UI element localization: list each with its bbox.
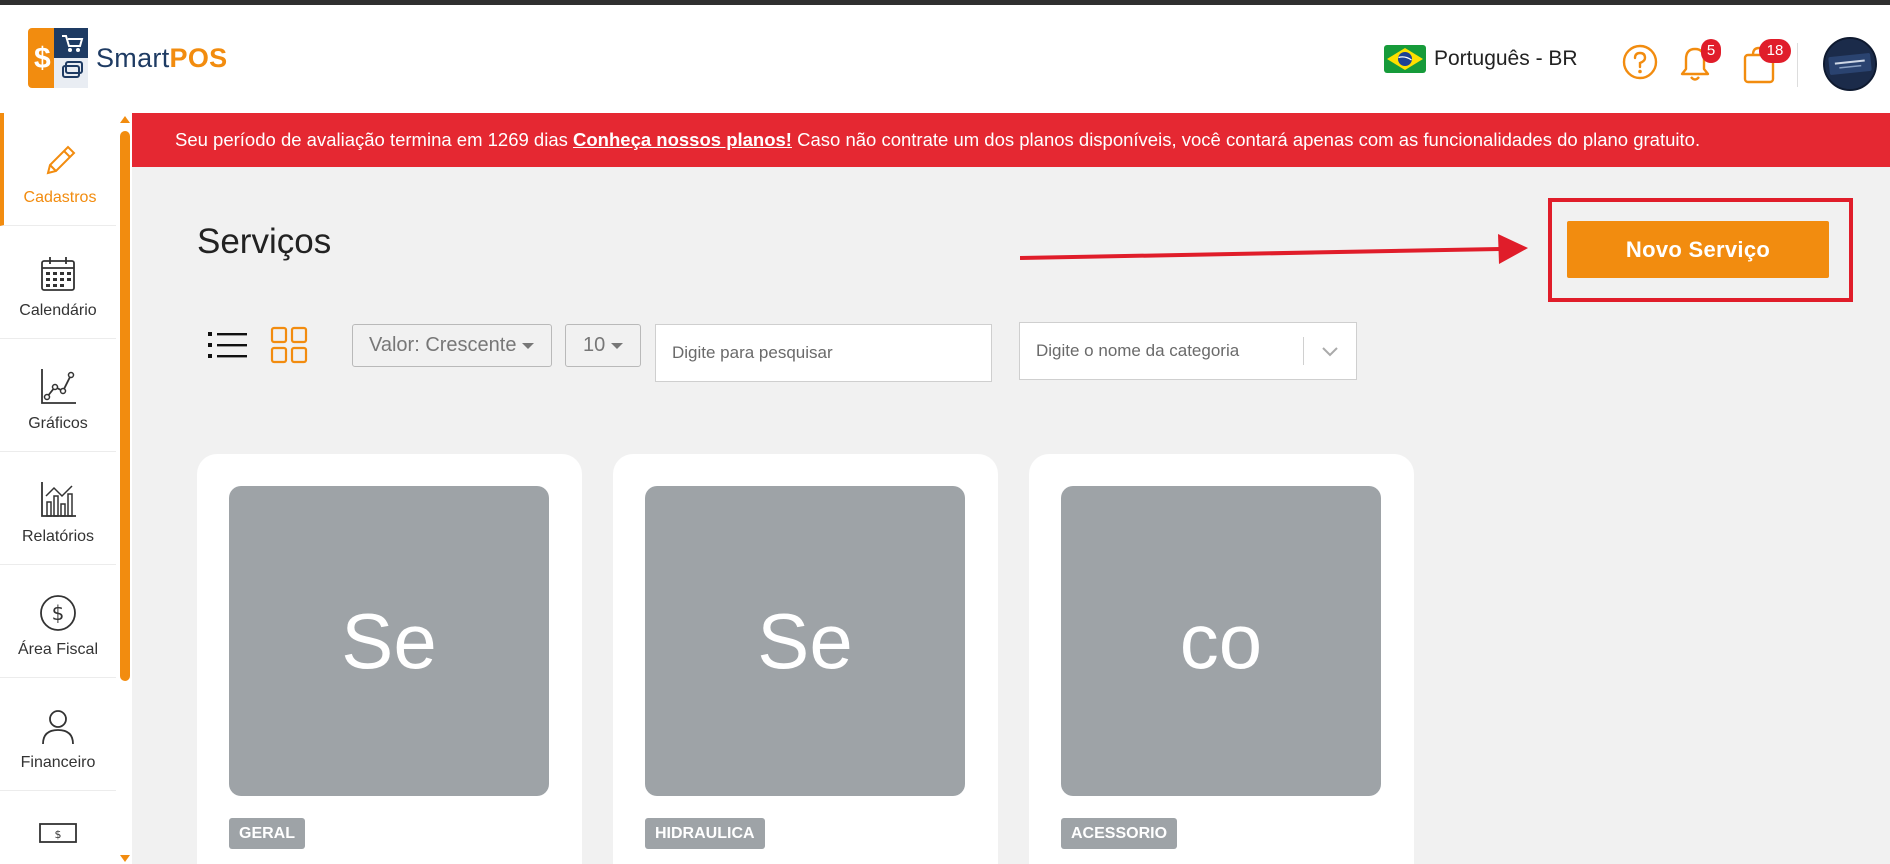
annotation-arrow — [1020, 234, 1528, 264]
sidebar-item-area-fiscal[interactable]: $ Área Fiscal — [0, 565, 116, 678]
banner-text-start: Seu período de avaliação termina em 1269… — [175, 129, 574, 150]
page-size-value: 10 — [583, 334, 606, 356]
service-card[interactable]: co ACESSORIO — [1029, 454, 1414, 864]
logo-mark-icon: $ — [28, 28, 88, 88]
chevron-down-icon[interactable] — [1304, 345, 1356, 357]
line-chart-icon — [41, 369, 76, 404]
user-avatar[interactable] — [1823, 37, 1877, 91]
service-card[interactable]: Se GERAL — [197, 454, 582, 864]
category-select[interactable]: Digite o nome da categoria — [1019, 322, 1357, 380]
bar-chart-icon — [41, 482, 76, 517]
sidebar-item-label: Cadastros — [23, 189, 97, 206]
person-icon — [42, 710, 74, 745]
grid-view-icon[interactable] — [270, 326, 308, 364]
sidebar-item-money[interactable]: $ — [0, 791, 116, 864]
sidebar-item-financeiro[interactable]: Financeiro — [0, 678, 116, 791]
new-service-button[interactable]: Novo Serviço — [1567, 221, 1829, 278]
sidebar: Cadastros Calendário Gráficos Relatórios… — [0, 113, 132, 864]
page-title: Serviços — [197, 222, 332, 261]
sidebar-item-label: Financeiro — [20, 754, 96, 771]
dollar-circle-icon: $ — [40, 595, 76, 631]
sidebar-item-calendario[interactable]: Calendário — [0, 226, 116, 339]
caret-down-icon — [522, 342, 535, 349]
sort-select[interactable]: Valor: Crescente — [352, 324, 552, 367]
sidebar-item-label: Área Fiscal — [17, 641, 99, 658]
top-header: $ SmartPOS Português - BR 5 18 — [0, 5, 1890, 113]
category-tag: ACESSORIO — [1061, 818, 1178, 849]
plans-link[interactable]: Conheça nossos planos! — [573, 129, 792, 151]
sidebar-item-label: Gráficos — [28, 415, 88, 432]
banner-text-end: Caso não contrate um dos planos disponív… — [791, 129, 1701, 150]
brazil-flag-icon — [1384, 45, 1426, 73]
sidebar-item-cadastros[interactable]: Cadastros — [0, 113, 116, 226]
sort-select-value: Valor: Crescente — [369, 334, 517, 356]
app-logo[interactable]: $ SmartPOS — [28, 28, 227, 88]
sidebar-item-relatorios[interactable]: Relatórios — [0, 452, 116, 565]
language-label: Português - BR — [1434, 47, 1578, 70]
notifications-count-badge: 5 — [1701, 39, 1721, 63]
category-tag: HIDRAULICA — [645, 818, 765, 849]
caret-down-icon — [611, 342, 624, 349]
avatar-image-icon — [1825, 39, 1875, 89]
calendar-icon — [41, 257, 75, 291]
language-selector[interactable]: Português - BR — [1384, 45, 1578, 73]
sidebar-item-graficos[interactable]: Gráficos — [0, 339, 116, 452]
sidebar-scrollbar[interactable] — [120, 131, 130, 681]
banknote-icon: $ — [39, 823, 77, 843]
search-input[interactable] — [655, 324, 992, 382]
pencil-icon — [46, 145, 76, 175]
page-size-select[interactable]: 10 — [565, 324, 641, 367]
svg-text:$: $ — [52, 601, 65, 625]
header-divider — [1797, 43, 1798, 87]
service-thumbnail[interactable]: Se — [645, 486, 965, 796]
sidebar-scroll-up[interactable] — [120, 116, 130, 123]
service-thumbnail[interactable]: co — [1061, 486, 1381, 796]
service-card[interactable]: Se HIDRAULICA — [613, 454, 998, 864]
sidebar-item-label: Calendário — [19, 302, 97, 319]
service-thumbnail[interactable]: Se — [229, 486, 549, 796]
category-placeholder: Digite o nome da categoria — [1036, 341, 1240, 360]
help-icon[interactable] — [1622, 44, 1658, 80]
category-tag: GERAL — [229, 818, 305, 849]
trial-banner: Seu período de avaliação termina em 1269… — [132, 113, 1890, 167]
logo-text: SmartPOS — [96, 42, 228, 73]
svg-text:$: $ — [34, 42, 51, 75]
list-view-icon[interactable] — [208, 330, 248, 360]
svg-text:$: $ — [55, 828, 62, 841]
sidebar-item-label: Relatórios — [21, 528, 95, 545]
cart-count-badge: 18 — [1759, 39, 1791, 63]
sidebar-scroll-down[interactable] — [120, 855, 130, 862]
